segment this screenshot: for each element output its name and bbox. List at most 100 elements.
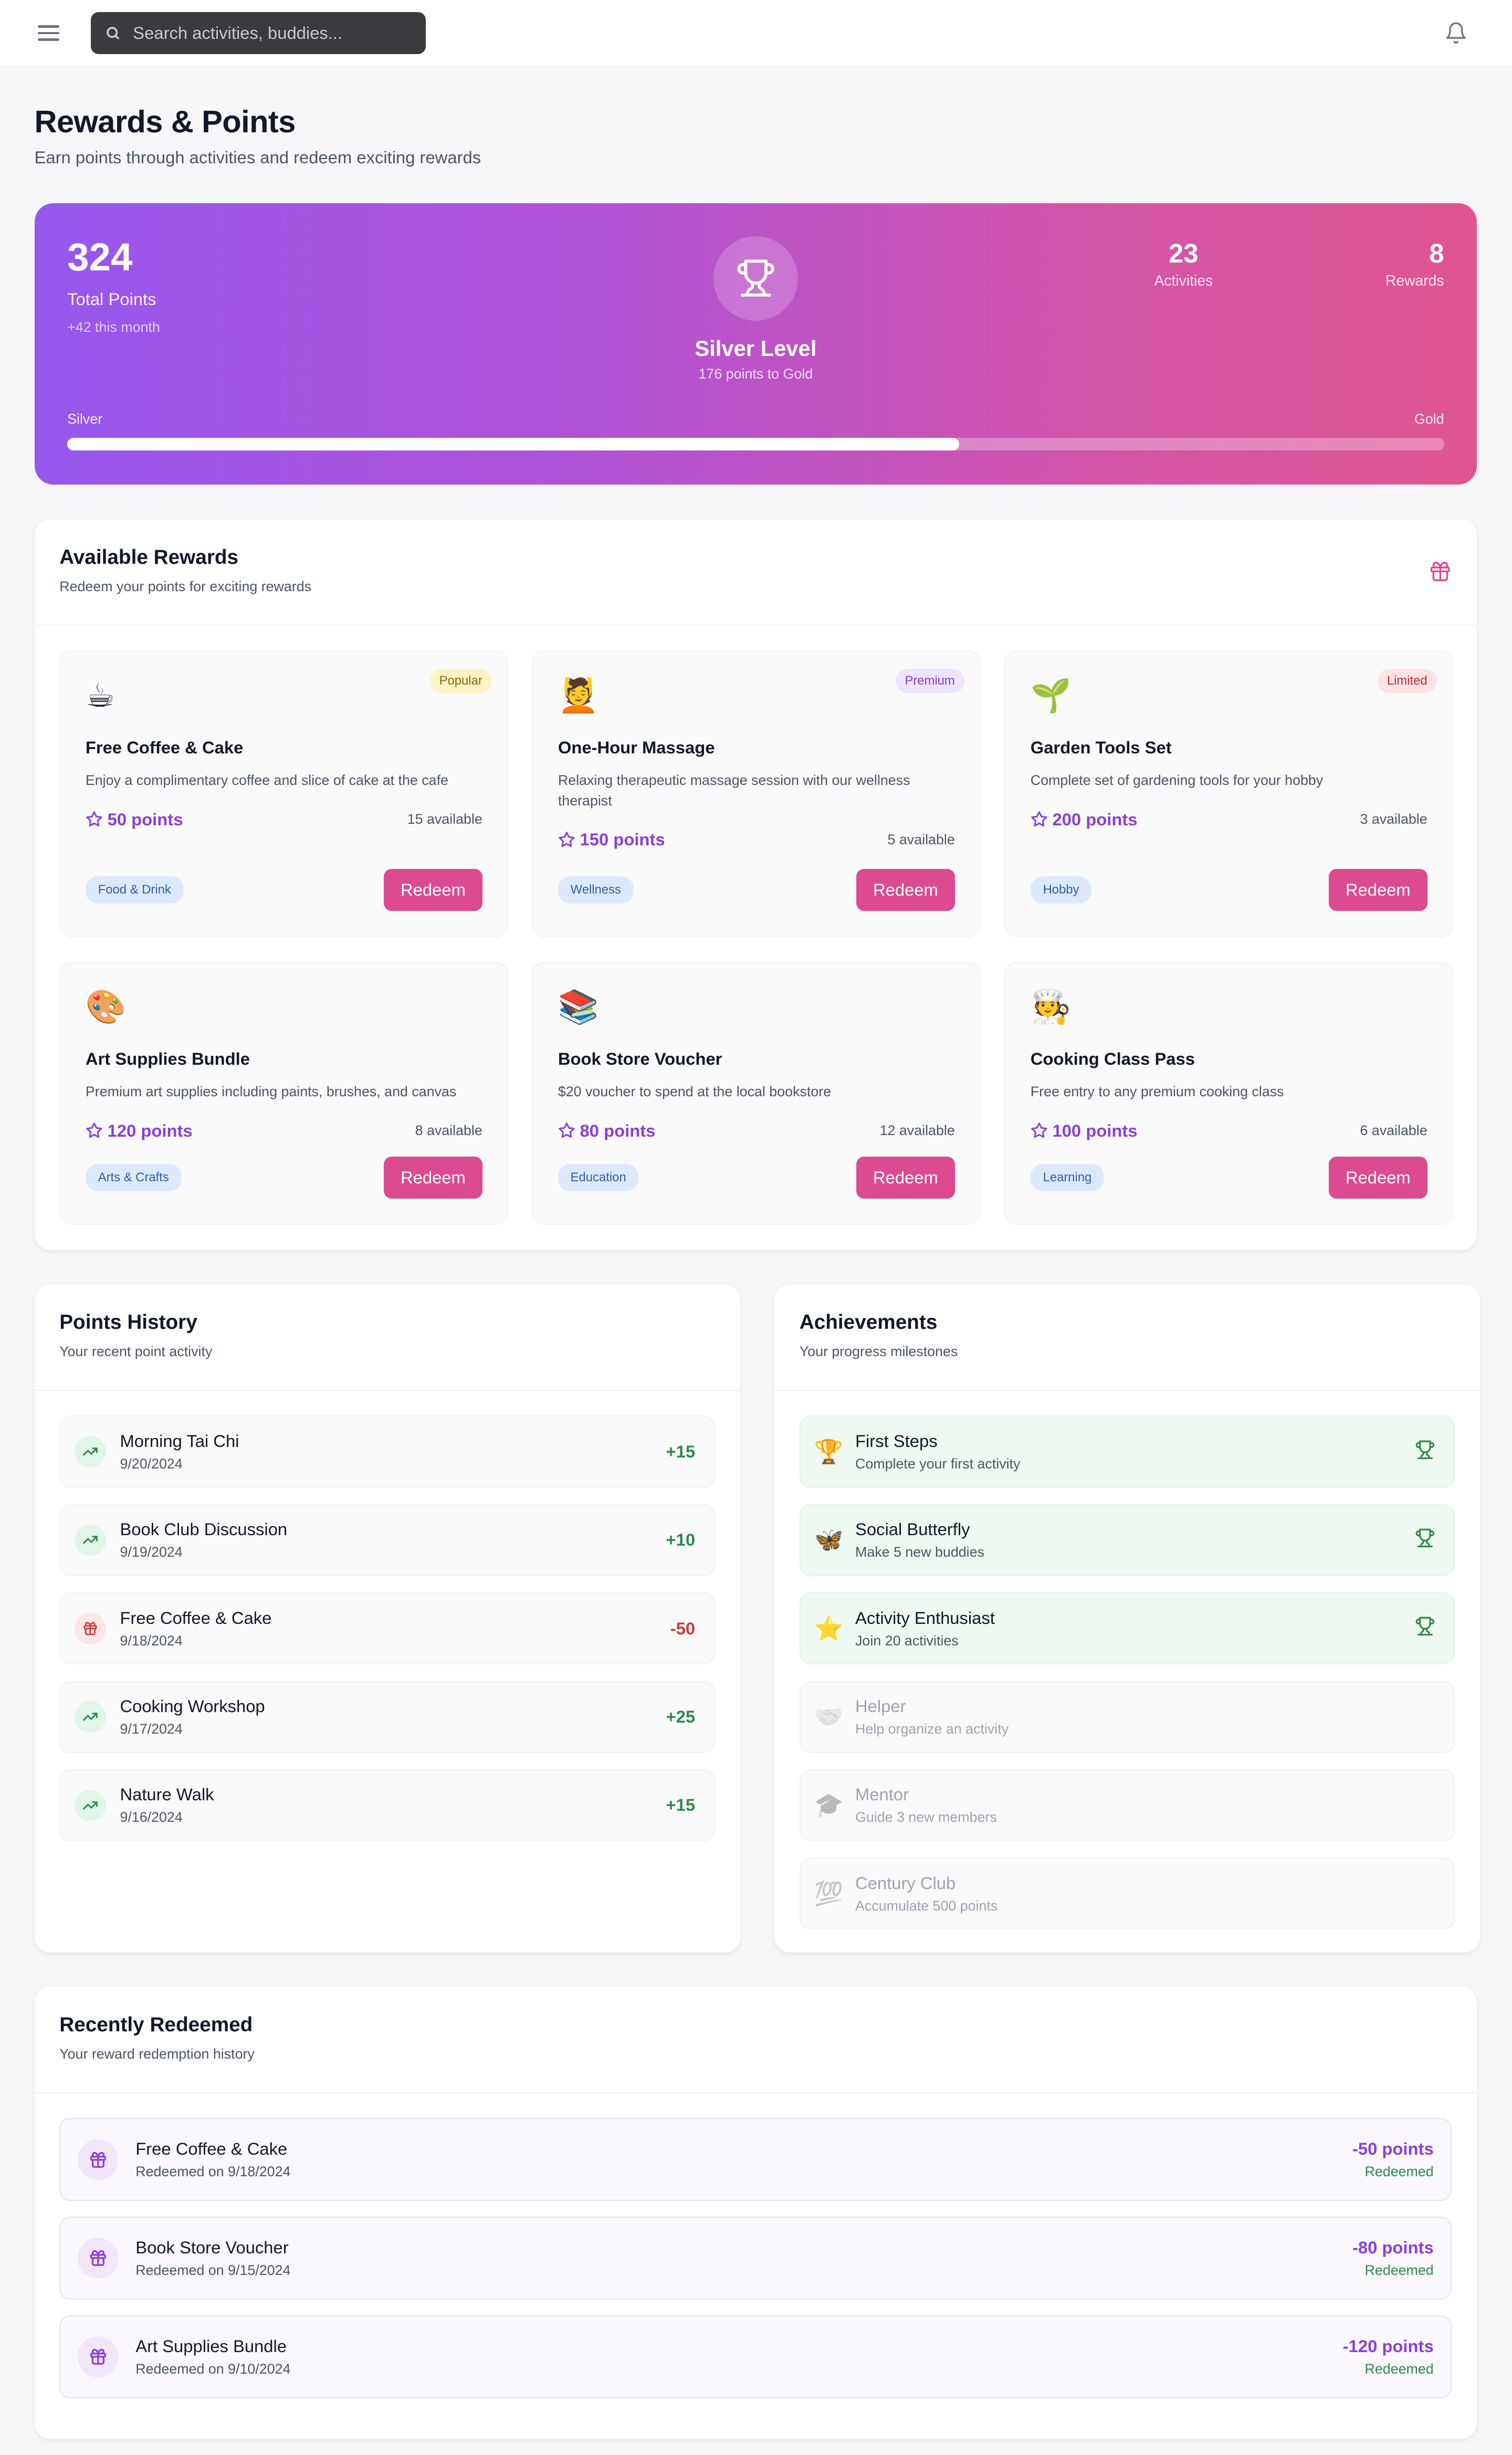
reward-availability: 12 available	[879, 1122, 955, 1138]
palette-icon: 🎨	[85, 988, 127, 1026]
redeemed-item: Free Coffee & Cake Redeemed on 9/18/2024 …	[59, 2118, 1452, 2201]
search-icon	[106, 27, 120, 40]
redeem-button[interactable]: Redeem	[384, 868, 482, 911]
gift-icon	[77, 2336, 119, 2377]
history-date: 9/20/2024	[120, 1455, 183, 1472]
top-bar: Search activities, buddies...	[0, 0, 1511, 68]
history-title: Nature Walk	[120, 1785, 214, 1804]
redeem-button[interactable]: Redeem	[856, 1156, 955, 1199]
gift-icon	[77, 2139, 119, 2180]
trending-up-icon	[75, 1701, 106, 1733]
redeem-button[interactable]: Redeem	[384, 1156, 482, 1199]
progress-end-label: Gold	[1414, 411, 1444, 427]
points-history-subtitle: Your recent point activity	[59, 1343, 213, 1359]
redeem-button[interactable]: Redeem	[1328, 868, 1427, 911]
achievement-desc: Join 20 activities	[855, 1632, 959, 1649]
rewards-count: 8	[1429, 238, 1444, 268]
trophy-icon	[1415, 1526, 1435, 1555]
reward-description: Free entry to any premium cooking class	[1030, 1084, 1284, 1100]
recently-redeemed-title: Recently Redeemed	[59, 2013, 253, 2036]
level-progress-fill	[67, 438, 960, 450]
hundred-points-icon: 💯	[814, 1880, 844, 1907]
available-rewards-header: Available Rewards Redeem your points for…	[34, 519, 1477, 626]
achievement-title: Helper	[855, 1696, 906, 1716]
redeemed-list: Free Coffee & Cake Redeemed on 9/18/2024 …	[35, 2093, 1477, 2439]
trophy-icon	[737, 259, 774, 297]
achievement-desc: Help organize an activity	[855, 1721, 1009, 1737]
redeemed-item: Art Supplies Bundle Redeemed on 9/10/2024…	[59, 2315, 1452, 2398]
achievement-desc: Complete your first activity	[855, 1455, 1021, 1472]
trophy-icon: 🏆	[814, 1438, 844, 1465]
seedling-icon: 🌱	[1030, 676, 1072, 715]
history-date: 9/18/2024	[120, 1632, 183, 1649]
history-title: Morning Tai Chi	[120, 1431, 239, 1451]
achievement-item: 🦋 Social Butterfly Make 5 new buddies	[799, 1504, 1455, 1576]
redeemed-status: Redeemed	[1364, 2360, 1434, 2377]
reward-availability: 6 available	[1360, 1122, 1427, 1138]
reward-title: Garden Tools Set	[1030, 738, 1172, 758]
achievement-title: First Steps	[855, 1431, 938, 1451]
reward-category-tag: Wellness	[558, 876, 634, 904]
reward-points-text: 150 points	[580, 830, 665, 849]
redeemed-date: Redeemed on 9/18/2024	[135, 2164, 291, 2180]
reward-points-text: 80 points	[580, 1120, 656, 1140]
gift-icon	[77, 2238, 119, 2279]
gift-icon	[1429, 560, 1452, 590]
level-name: Silver Level	[695, 336, 817, 361]
achievement-title: Century Club	[855, 1873, 956, 1893]
history-value: +15	[666, 1795, 696, 1815]
activities-label: Activities	[1154, 271, 1213, 289]
reward-category-tag: Arts & Crafts	[85, 1164, 182, 1191]
gift-icon	[75, 1612, 106, 1644]
achievements-card: Achievements Your progress milestones 🏆 …	[774, 1284, 1480, 1953]
search-input[interactable]: Search activities, buddies...	[90, 12, 426, 55]
history-item: Nature Walk 9/16/2024 +15	[59, 1769, 715, 1841]
reward-description: Complete set of gardening tools for your…	[1030, 772, 1324, 789]
achievement-item: 💯 Century Club Accumulate 500 points	[799, 1858, 1455, 1930]
level-progress-bar	[67, 438, 1444, 450]
available-rewards-title: Available Rewards	[59, 545, 239, 569]
points-to-next-level: 176 points to Gold	[698, 365, 813, 382]
reward-availability: 3 available	[1360, 811, 1427, 827]
bell-icon[interactable]	[1444, 20, 1468, 52]
reward-category-tag: Education	[558, 1164, 639, 1191]
mentor-icon: 🎓	[814, 1791, 844, 1819]
reward-description: Premium art supplies including paints, b…	[85, 1084, 457, 1100]
page-title: Rewards & Points	[34, 103, 296, 139]
reward-badge: Premium	[895, 669, 964, 693]
achievement-title: Activity Enthusiast	[855, 1608, 995, 1628]
reward-points: 50 points	[86, 810, 183, 830]
redeem-button[interactable]: Redeem	[1328, 1156, 1427, 1199]
reward-card: ☕ Popular Free Coffee & Cake Enjoy a com…	[59, 651, 509, 937]
menu-icon[interactable]	[37, 25, 60, 41]
star-icon	[86, 1122, 102, 1138]
chef-icon: 🧑‍🍳	[1030, 988, 1072, 1026]
history-date: 9/19/2024	[120, 1544, 183, 1560]
recently-redeemed-subtitle: Your reward redemption history	[59, 2045, 255, 2062]
achievement-title: Social Butterfly	[855, 1519, 970, 1539]
redeemed-item: Book Store Voucher Redeemed on 9/15/2024 …	[59, 2217, 1452, 2300]
rewards-stat: 8 Rewards	[1385, 238, 1444, 289]
history-title: Book Club Discussion	[120, 1519, 288, 1539]
redeemed-title: Free Coffee & Cake	[135, 2139, 288, 2159]
achievements-subtitle: Your progress milestones	[799, 1343, 958, 1359]
books-icon: 📚	[558, 988, 599, 1026]
history-value: -50	[670, 1618, 696, 1638]
reward-availability: 5 available	[887, 831, 955, 847]
handshake-icon: 🤝	[814, 1703, 844, 1731]
redeem-button[interactable]: Redeem	[856, 868, 955, 911]
available-rewards-subtitle: Redeem your points for exciting rewards	[59, 578, 312, 594]
reward-card: 💆 Premium One-Hour Massage Relaxing ther…	[532, 651, 981, 937]
redeemed-amount: -80 points	[1352, 2238, 1434, 2258]
page-subtitle: Earn points through activities and redee…	[34, 147, 481, 167]
redeemed-title: Book Store Voucher	[135, 2238, 289, 2258]
trophy-icon	[1415, 1437, 1435, 1466]
total-points-value: 324	[67, 235, 133, 279]
progress-start-label: Silver	[67, 411, 103, 427]
redeemed-title: Art Supplies Bundle	[135, 2336, 287, 2356]
achievement-desc: Guide 3 new members	[855, 1809, 997, 1825]
achievements-list: 🏆 First Steps Complete your first activit…	[774, 1391, 1480, 1971]
reward-category-tag: Hobby	[1030, 876, 1092, 904]
reward-card: 🌱 Limited Garden Tools Set Complete set …	[1004, 651, 1454, 937]
history-achievements-row: Points History Your recent point activit…	[34, 1250, 1480, 1953]
